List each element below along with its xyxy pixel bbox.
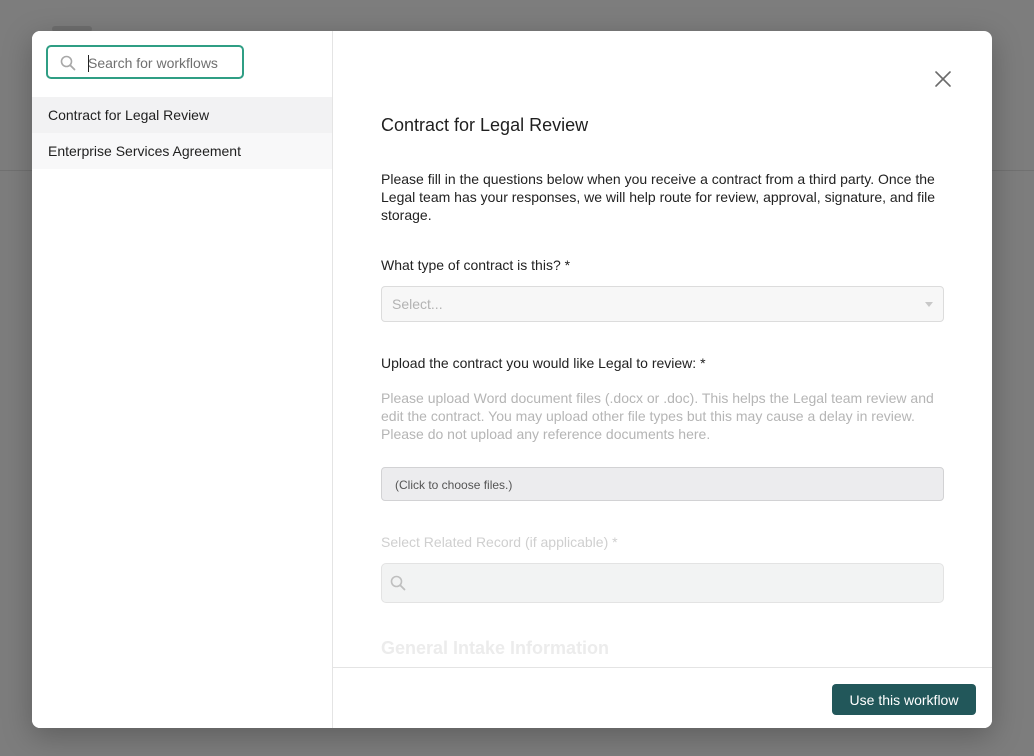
section-heading: General Intake Information	[381, 638, 610, 658]
workflow-item-contract-legal-review[interactable]: Contract for Legal Review	[32, 97, 332, 133]
related-record-search[interactable]	[381, 563, 944, 603]
search-icon	[390, 575, 406, 591]
related-record-label: Select Related Record (if applicable) *	[381, 534, 618, 550]
text-cursor	[88, 55, 89, 72]
workflow-picker-modal: Contract for Legal Review Enterprise Ser…	[32, 31, 992, 728]
upload-help-text: Please upload Word document files (.docx…	[381, 390, 934, 442]
workflow-search-input[interactable]	[88, 51, 236, 75]
file-upload-button[interactable]: (Click to choose files.)	[381, 467, 944, 501]
contract-type-label: What type of contract is this? *	[381, 257, 571, 273]
workflow-item-enterprise-services-agreement[interactable]: Enterprise Services Agreement	[32, 133, 332, 169]
file-upload-label: (Click to choose files.)	[395, 478, 513, 492]
workflow-sidebar: Contract for Legal Review Enterprise Ser…	[32, 31, 333, 728]
workflow-preview: Contract for Legal Review Please fill in…	[333, 31, 992, 667]
chevron-down-icon	[925, 302, 933, 307]
form-title: Contract for Legal Review	[381, 115, 589, 135]
form-description: Please fill in the questions below when …	[381, 171, 936, 223]
contract-type-select[interactable]: Select...	[381, 286, 944, 322]
modal-footer: Use this workflow	[333, 667, 992, 728]
close-icon[interactable]	[933, 69, 953, 89]
contract-type-placeholder: Select...	[392, 296, 443, 312]
workflow-search-field[interactable]	[46, 45, 244, 79]
use-workflow-button[interactable]: Use this workflow	[832, 684, 976, 715]
workflow-list: Contract for Legal Review Enterprise Ser…	[32, 97, 332, 169]
search-icon	[60, 55, 76, 71]
upload-contract-label: Upload the contract you would like Legal…	[381, 355, 706, 371]
